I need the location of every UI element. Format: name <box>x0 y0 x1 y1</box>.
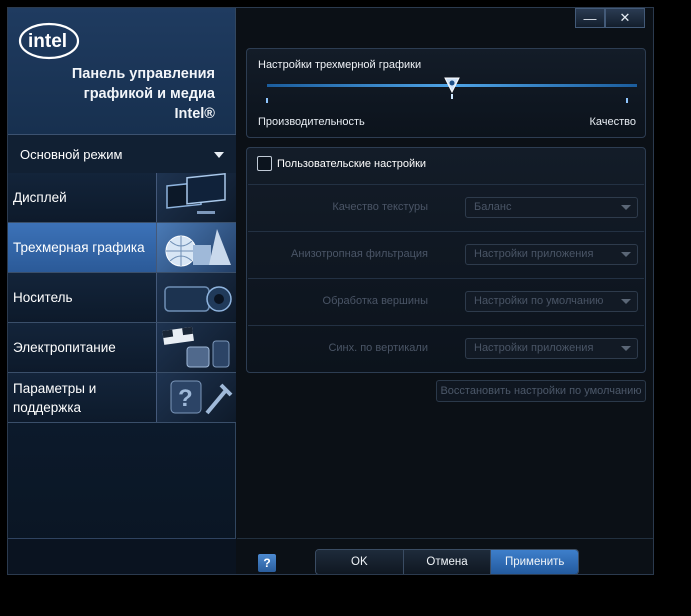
help-tools-icon: ? <box>156 373 236 422</box>
custom-settings-checkbox-row[interactable]: Пользовательские настройки <box>257 156 426 171</box>
minimize-button[interactable]: — <box>575 8 605 28</box>
minimize-icon: — <box>583 10 597 26</box>
texture-quality-select[interactable]: Баланс <box>465 197 638 218</box>
sidebar-item-options-support[interactable]: Параметры и поддержка ? <box>8 373 236 423</box>
quality-label: Качество <box>589 116 636 128</box>
anisotropic-filtering-select[interactable]: Настройки приложения <box>465 244 638 265</box>
close-button[interactable]: ✕ <box>605 8 645 28</box>
power-plug-icon <box>156 323 236 372</box>
app-title: Панель управления графикой и медиа Intel… <box>71 66 215 122</box>
vsync-select[interactable]: Настройки приложения <box>465 338 638 359</box>
help-button[interactable]: ? <box>258 554 276 572</box>
sidebar-nav: Дисплей Трехмерная графика Носитель Элек… <box>8 173 236 423</box>
apply-button[interactable]: Применить <box>491 550 578 574</box>
ok-button[interactable]: OK <box>316 550 404 574</box>
3d-shapes-icon <box>156 223 236 272</box>
sidebar-item-label: Носитель <box>13 290 73 305</box>
slider-tick-min <box>266 98 268 103</box>
vertex-processing-select[interactable]: Настройки по умолчанию <box>465 291 638 312</box>
sidebar-item-display[interactable]: Дисплей <box>8 173 236 223</box>
3d-settings-slider-panel: Настройки трехмерной графики Производите… <box>246 48 646 138</box>
sidebar-item-3d-graphics[interactable]: Трехмерная графика <box>8 223 236 273</box>
chevron-down-icon <box>621 346 631 351</box>
dialog-buttons: OK Отмена Применить <box>315 549 579 574</box>
sidebar-item-media[interactable]: Носитель <box>8 273 236 323</box>
chevron-down-icon <box>621 205 631 210</box>
custom-settings-panel: Пользовательские настройки Качество текс… <box>246 147 646 373</box>
sidebar-item-power[interactable]: Электропитание <box>8 323 236 373</box>
sidebar-item-label: Электропитание <box>13 340 116 355</box>
setting-row-anisotropic-filtering: Анизотропная фильтрация Настройки прилож… <box>248 231 644 277</box>
projector-icon <box>156 273 236 322</box>
performance-label: Производительность <box>258 116 365 128</box>
chevron-down-icon <box>621 299 631 304</box>
chevron-down-icon <box>214 152 224 158</box>
sidebar-item-label: Трехмерная графика <box>13 240 145 255</box>
chevron-down-icon <box>621 252 631 257</box>
cancel-button[interactable]: Отмена <box>403 550 492 574</box>
svg-text:?: ? <box>178 385 193 412</box>
mode-dropdown-value: Основной режим <box>20 147 123 162</box>
slider-tick-max <box>626 98 628 103</box>
setting-label: Синх. по вертикали <box>328 342 428 354</box>
sidebar: intel Панель управления графикой и медиа… <box>8 8 236 574</box>
restore-defaults-button[interactable]: Восстановить настройки по умолчанию <box>436 380 646 402</box>
svg-text:intel: intel <box>28 31 67 52</box>
custom-settings-label: Пользовательские настройки <box>277 157 427 170</box>
close-icon: ✕ <box>619 10 631 25</box>
setting-label: Качество текстуры <box>332 201 428 213</box>
custom-settings-checkbox[interactable] <box>257 156 272 171</box>
setting-row-texture-quality: Качество текстуры Баланс <box>248 184 644 230</box>
sidebar-item-label: Параметры и поддержка <box>13 380 97 415</box>
intel-logo: intel <box>18 22 80 60</box>
sidebar-item-label: Дисплей <box>13 190 67 205</box>
slider-title: Настройки трехмерной графики <box>258 59 422 71</box>
slider-thumb[interactable] <box>444 77 460 99</box>
intel-graphics-window: intel Панель управления графикой и медиа… <box>7 7 654 575</box>
setting-row-vsync: Синх. по вертикали Настройки приложения <box>248 325 644 371</box>
setting-label: Анизотропная фильтрация <box>291 248 428 260</box>
monitors-icon <box>156 173 236 222</box>
setting-row-vertex-processing: Обработка вершины Настройки по умолчанию <box>248 278 644 324</box>
setting-label: Обработка вершины <box>322 295 428 307</box>
mode-dropdown[interactable]: Основной режим <box>8 134 236 175</box>
sidebar-footer <box>8 538 236 574</box>
footer-divider <box>237 538 653 539</box>
